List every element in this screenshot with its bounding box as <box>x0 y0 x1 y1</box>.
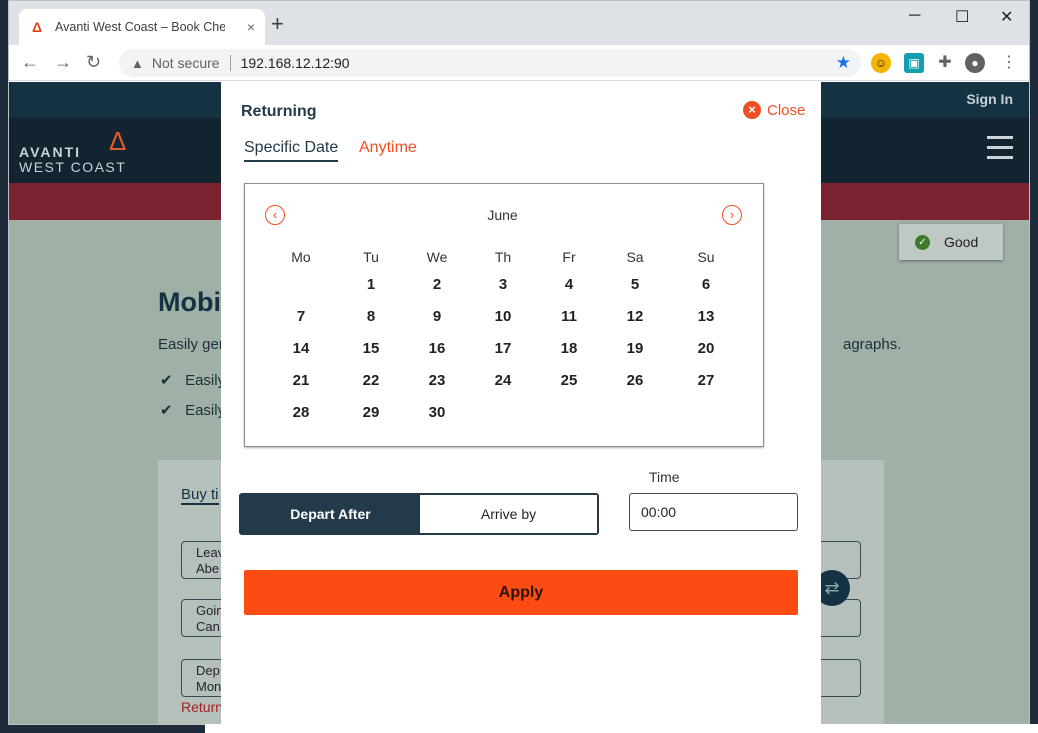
calendar-day[interactable]: 27 <box>686 372 726 389</box>
check-circle-icon: ✓ <box>915 234 930 250</box>
not-secure-label: Not secure <box>151 55 220 71</box>
calendar-day[interactable]: 11 <box>549 308 589 325</box>
reload-icon[interactable]: ↻ <box>86 52 101 73</box>
tab-close-icon[interactable]: × <box>247 19 255 35</box>
bg-list-item: ✔ Easily <box>160 372 226 389</box>
close-icon: × <box>743 101 761 119</box>
close-button[interactable]: × Close <box>743 101 805 119</box>
calendar: ‹ June › Mo Tu We Th Fr Sa Su 1 2 3 4 5 6 7 8 9 10 11 12 13… <box>244 183 764 447</box>
back-arrow-icon[interactable]: ← <box>21 52 39 73</box>
weekday-header: Tu <box>363 249 379 265</box>
status-good-badge: ✓ Good <box>899 224 1003 260</box>
weekday-header: Mo <box>291 249 311 265</box>
extension-smiley-icon[interactable]: ☺ <box>871 53 891 73</box>
window-close-button[interactable]: ✕ <box>1000 7 1013 27</box>
calendar-day[interactable]: 25 <box>549 372 589 389</box>
calendar-day[interactable]: 20 <box>686 340 726 357</box>
weekday-header: Fr <box>562 249 576 265</box>
calendar-day[interactable]: 13 <box>686 308 726 325</box>
calendar-day[interactable]: 1 <box>351 276 391 293</box>
calendar-day[interactable]: 29 <box>351 404 391 421</box>
next-month-icon[interactable]: › <box>722 205 742 225</box>
bookmark-star-icon[interactable]: ★ <box>836 53 851 73</box>
new-tab-button[interactable]: + <box>271 13 284 35</box>
browser-window: Δ Avanti West Coast – Book Cheap × + ─ ☐… <box>8 0 1030 725</box>
minimize-button[interactable]: ─ <box>909 7 920 25</box>
calendar-day[interactable]: 3 <box>483 276 523 293</box>
weekday-header: We <box>426 249 448 265</box>
calendar-day[interactable]: 17 <box>483 340 523 357</box>
address-bar[interactable]: ▲ Not secure 192.168.12.12:90 ★ <box>119 49 861 77</box>
bg-field-right <box>814 659 861 697</box>
browser-titlebar: Δ Avanti West Coast – Book Cheap × + ─ ☐… <box>9 1 1029 45</box>
weekday-header: Sa <box>626 249 644 265</box>
browser-tab[interactable]: Δ Avanti West Coast – Book Cheap × <box>19 9 265 45</box>
taskbar-strip <box>205 724 1038 733</box>
chrome-menu-icon[interactable]: ⋮ <box>999 53 1019 73</box>
page-viewport: Sign In AVANTI WEST COAST Δ ✓ Good Mobi … <box>9 82 1029 724</box>
calendar-day[interactable]: 24 <box>483 372 523 389</box>
calendar-day[interactable]: 5 <box>615 276 655 293</box>
avanti-favicon-icon: Δ <box>31 19 43 35</box>
url-text: 192.168.12.12:90 <box>240 55 350 71</box>
bg-return-label: Return <box>181 699 224 715</box>
bg-paragraph-right: agraphs. <box>843 336 902 353</box>
hamburger-menu-icon[interactable] <box>987 136 1013 166</box>
calendar-day[interactable]: 18 <box>549 340 589 357</box>
calendar-day[interactable]: 14 <box>281 340 321 357</box>
calendar-day[interactable]: 30 <box>417 404 457 421</box>
calendar-day[interactable]: 12 <box>615 308 655 325</box>
calendar-day[interactable]: 9 <box>417 308 457 325</box>
calendar-day[interactable]: 15 <box>351 340 391 357</box>
bg-buy-tab: Buy ti <box>181 486 219 505</box>
time-input[interactable] <box>629 493 798 531</box>
calendar-day[interactable]: 10 <box>483 308 523 325</box>
sign-in-link[interactable]: Sign In <box>966 91 1013 107</box>
extension-grid-icon[interactable]: ▣ <box>904 53 924 73</box>
weekday-header: Su <box>697 249 715 265</box>
bg-paragraph-left: Easily gen <box>158 336 228 353</box>
calendar-day[interactable]: 8 <box>351 308 391 325</box>
calendar-month: June <box>487 207 518 223</box>
calendar-day[interactable]: 2 <box>417 276 457 293</box>
depart-arrive-toggle: Depart After Arrive by <box>239 493 599 535</box>
calendar-day[interactable]: 4 <box>549 276 589 293</box>
status-good-label: Good <box>944 234 979 250</box>
return-date-modal: Returning × Close Specific Date Anytime … <box>221 82 821 724</box>
time-label: Time <box>649 469 680 485</box>
warning-icon: ▲ <box>131 55 144 71</box>
bg-heading: Mobi <box>158 287 221 317</box>
tab-anytime[interactable]: Anytime <box>359 139 417 157</box>
tab-title: Avanti West Coast – Book Cheap <box>55 20 225 34</box>
calendar-day[interactable]: 26 <box>615 372 655 389</box>
avanti-logo-icon: Δ <box>109 126 127 156</box>
modal-title: Returning <box>241 103 317 120</box>
calendar-day[interactable]: 22 <box>351 372 391 389</box>
close-label: Close <box>767 101 806 119</box>
bg-list-item: ✔ Easily <box>160 402 226 419</box>
logo-avanti-text: AVANTI <box>19 144 82 160</box>
calendar-day[interactable]: 28 <box>281 404 321 421</box>
forward-arrow-icon[interactable]: → <box>54 52 72 73</box>
calendar-day[interactable]: 6 <box>686 276 726 293</box>
profile-avatar-icon[interactable]: ● <box>965 53 985 73</box>
address-divider <box>229 55 231 71</box>
calendar-day[interactable]: 7 <box>281 308 321 325</box>
extensions-puzzle-icon[interactable]: ✚ <box>935 53 955 73</box>
apply-button[interactable]: Apply <box>244 570 798 615</box>
browser-toolbar: ← → ↻ ▲ Not secure 192.168.12.12:90 ★ ☺ … <box>9 45 1029 81</box>
calendar-day[interactable]: 19 <box>615 340 655 357</box>
depart-after-button[interactable]: Depart After <box>241 495 420 533</box>
calendar-day[interactable]: 23 <box>417 372 457 389</box>
arrive-by-button[interactable]: Arrive by <box>420 495 597 533</box>
weekday-header: Th <box>494 249 512 265</box>
calendar-day[interactable]: 16 <box>417 340 457 357</box>
tab-specific-date[interactable]: Specific Date <box>244 139 339 162</box>
maximize-button[interactable]: ☐ <box>955 7 969 27</box>
calendar-day[interactable]: 21 <box>281 372 321 389</box>
logo-westcoast-text: WEST COAST <box>19 159 127 175</box>
